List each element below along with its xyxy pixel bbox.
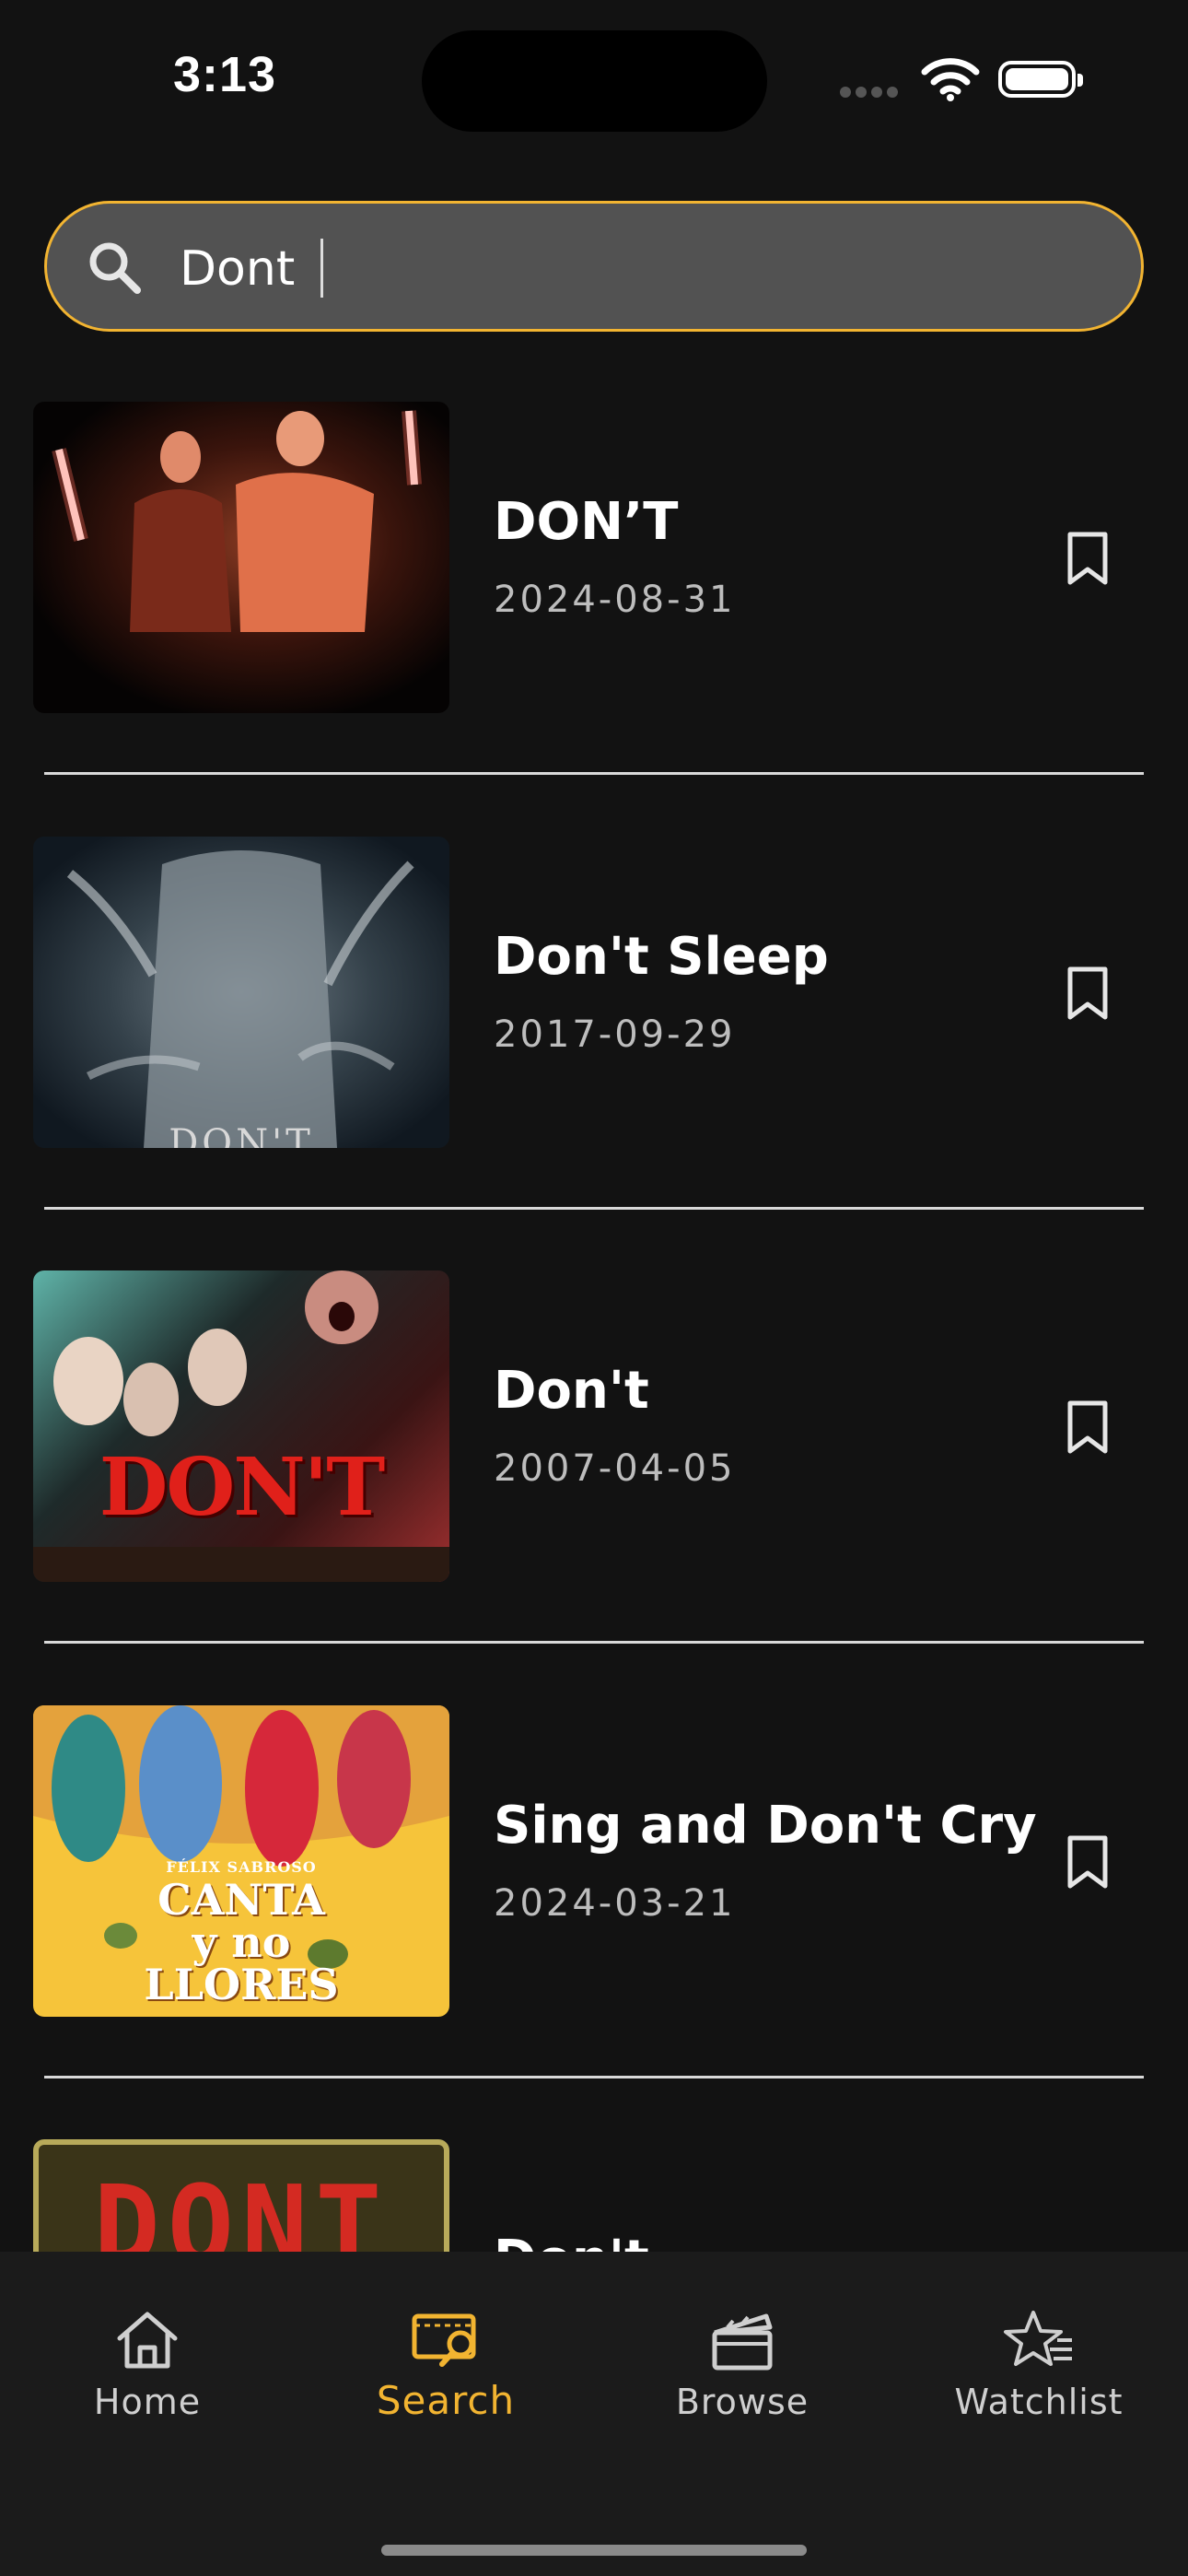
tab-label: Watchlist — [954, 2382, 1124, 2422]
divider — [44, 1641, 1144, 1644]
result-date: 2024-03-21 — [494, 1882, 736, 1925]
poster-art — [52, 410, 422, 632]
bookmark-icon[interactable] — [1065, 531, 1111, 586]
result-title[interactable]: Don't Sleep — [494, 927, 829, 987]
poster-image: DON'T — [33, 837, 449, 1148]
result-item[interactable]: FÉLIX SABROSO CANTA y no LLORES Sing and… — [0, 1705, 1188, 2140]
poster-title-text: DON'T — [169, 1122, 314, 1148]
home-indicator[interactable] — [381, 2545, 807, 2556]
bookmark-icon[interactable] — [1065, 966, 1111, 1021]
poster-image: FÉLIX SABROSO CANTA y no LLORES — [33, 1705, 449, 2017]
bookmark-icon[interactable] — [1065, 1399, 1111, 1455]
tab-label: Browse — [675, 2382, 809, 2422]
result-item[interactable]: DON'T Don't 2007-04-05 — [0, 1270, 1188, 1705]
poster-title-text: CANTA y no LLORES — [144, 1875, 339, 2009]
poster-title-text: DONT — [93, 2163, 390, 2252]
star-list-icon — [1004, 2311, 1072, 2366]
result-item[interactable]: DON'T Don't Sleep 2017-09-29 — [0, 837, 1188, 1271]
result-title[interactable]: Don't — [494, 2230, 649, 2252]
result-item[interactable]: DON’T 2024-08-31 — [0, 402, 1188, 837]
tab-label: Home — [93, 2382, 202, 2422]
tab-bar: Home Search Browse Watchlist — [0, 2252, 1188, 2576]
result-date: 2017-09-29 — [494, 1013, 736, 1056]
search-icon — [89, 242, 141, 294]
search-results-list[interactable]: DON’T 2024-08-31 DON'T Don't Sleep 2017-… — [0, 402, 1188, 2252]
result-title[interactable]: Sing and Don't Cry — [494, 1796, 1037, 1856]
poster-art — [33, 1270, 449, 1582]
poster-art — [66, 850, 414, 1148]
poster-image — [33, 402, 449, 713]
status-time: 3:13 — [173, 47, 277, 102]
text-cursor — [320, 239, 323, 298]
divider — [44, 2076, 1144, 2078]
result-title[interactable]: Don't — [494, 1361, 649, 1421]
wifi-icon — [921, 58, 980, 101]
home-icon — [117, 2312, 178, 2369]
battery-icon — [998, 61, 1083, 98]
poster-title-text: DON'T — [99, 1441, 385, 1534]
dynamic-island — [422, 30, 767, 132]
result-item[interactable]: DONT Don't — [0, 2139, 1188, 2252]
tab-label: Search — [376, 2378, 516, 2423]
tab-search[interactable]: Search — [335, 2307, 556, 2423]
bookmark-icon[interactable] — [1065, 1834, 1111, 1890]
tab-home[interactable]: Home — [37, 2307, 258, 2422]
divider — [44, 1207, 1144, 1210]
divider — [44, 772, 1144, 775]
poster-image: DONT — [33, 2139, 449, 2252]
clapperboard-icon — [712, 2313, 773, 2371]
result-date: 2024-08-31 — [494, 579, 736, 621]
poster-credit-text: FÉLIX SABROSO — [166, 1858, 317, 1876]
poster-image: DON'T — [33, 1270, 449, 1582]
cellular-signal-icon — [840, 86, 903, 102]
result-date: 2007-04-05 — [494, 1447, 736, 1490]
tab-watchlist[interactable]: Watchlist — [928, 2307, 1149, 2422]
status-bar: 3:13 — [0, 0, 1188, 161]
search-ticket-icon — [412, 2313, 476, 2367]
tab-browse[interactable]: Browse — [632, 2307, 853, 2422]
result-title[interactable]: DON’T — [494, 492, 678, 552]
search-input[interactable] — [178, 231, 1010, 307]
search-bar[interactable] — [44, 201, 1144, 332]
